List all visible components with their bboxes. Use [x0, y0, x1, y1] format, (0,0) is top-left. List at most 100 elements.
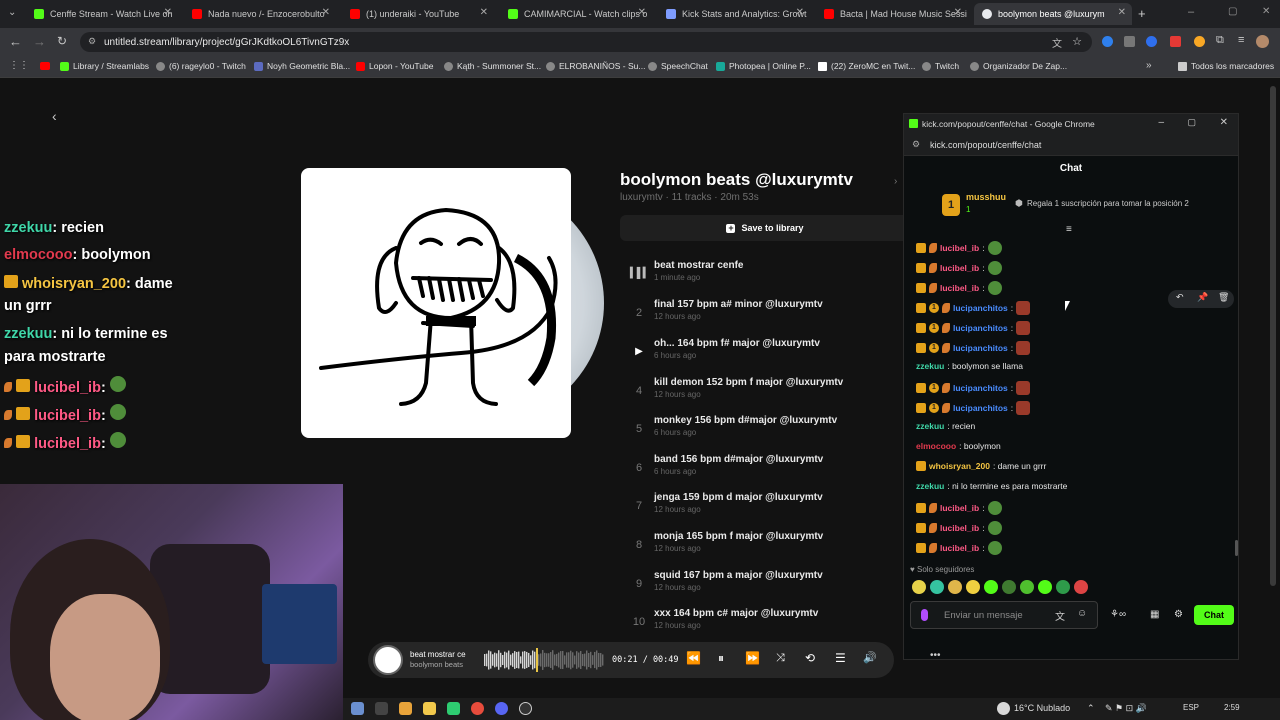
volume-icon[interactable]: 🔊	[863, 651, 877, 664]
channel-points-icon[interactable]: ⚘∞	[1110, 609, 1126, 620]
emoji-icon[interactable]: ☺	[1077, 608, 1087, 619]
close-window-icon[interactable]: ✕	[1262, 6, 1270, 17]
chat-username[interactable]: lucibel_ib	[940, 543, 979, 553]
taskbar-app-icon[interactable]	[375, 702, 388, 715]
more-options-icon[interactable]: •••	[930, 650, 941, 661]
track-row[interactable]: ▍▌▍ beat mostrar cenfe 1 minute ago	[630, 260, 910, 290]
discord-icon[interactable]	[495, 702, 508, 715]
more-bookmarks-icon[interactable]: »	[1146, 60, 1152, 71]
chat-username[interactable]: lucibel_ib	[940, 283, 979, 293]
close-tab-icon[interactable]: ✕	[164, 7, 172, 18]
emote-icon[interactable]	[966, 580, 980, 594]
maximize-window-icon[interactable]: ▢	[1187, 117, 1196, 128]
forward-arrow-icon[interactable]: →	[33, 34, 46, 49]
fast-forward-icon[interactable]: ⏩	[745, 651, 760, 665]
bookmark-1[interactable]: (6) rageylo0 - Twitch	[156, 61, 246, 71]
translate-icon[interactable]: 文	[1052, 35, 1062, 50]
chat-message[interactable]: lucibel_ib:	[916, 281, 1002, 295]
chat-username[interactable]: lucibel_ib	[940, 523, 979, 533]
chat-username[interactable]: whoisryan_200	[929, 461, 990, 471]
close-tab-icon[interactable]: ✕	[954, 7, 962, 18]
extension-icon[interactable]	[1124, 36, 1135, 47]
emote-icon[interactable]	[1002, 580, 1016, 594]
bookmark-3[interactable]: Lopon - YouTube	[356, 61, 433, 71]
close-window-icon[interactable]: ✕	[1220, 117, 1228, 128]
rewind-icon[interactable]: ⏪	[686, 651, 701, 665]
minimize-window-icon[interactable]: –	[1158, 117, 1164, 128]
settings-gear-icon[interactable]: ⚙	[1174, 609, 1183, 620]
apps-grid-icon[interactable]: ⋮⋮	[9, 60, 29, 71]
bookmark-2[interactable]: Noyh Geometric Bla...	[254, 61, 350, 71]
all-bookmarks[interactable]: Todos los marcadores	[1178, 61, 1274, 71]
weather-text[interactable]: 16°C Nublado	[1014, 703, 1070, 713]
new-tab-icon[interactable]: +	[1138, 6, 1146, 21]
emote-icon[interactable]	[1020, 580, 1034, 594]
bookmark-6[interactable]: SpeechChat	[648, 61, 708, 71]
chat-scrollbar[interactable]	[1235, 540, 1238, 556]
chat-username[interactable]: lucipanchitos	[953, 303, 1008, 313]
bookmark-5[interactable]: ELROBANIÑOS - Su...	[546, 61, 645, 71]
chat-username[interactable]: lucipanchitos	[953, 343, 1008, 353]
page-scrollbar[interactable]	[1270, 86, 1276, 586]
obs-icon[interactable]	[519, 702, 532, 715]
chat-message[interactable]: zzekuu: recien	[916, 421, 975, 431]
chat-message[interactable]: 1 lucipanchitos:	[916, 341, 1031, 355]
bookmark-4[interactable]: Kąth - Summoner St...	[444, 61, 541, 71]
track-row[interactable]: 9 squid 167 bpm a major @luxurymtv 12 ho…	[630, 570, 910, 600]
tab-3[interactable]: CAMIMARCIAL - Watch clips o ✕	[500, 3, 652, 25]
chat-message[interactable]: 1 lucipanchitos:	[916, 321, 1031, 335]
track-row[interactable]: 7 jenga 159 bpm d major @luxurymtv 12 ho…	[630, 492, 910, 522]
chat-message[interactable]: 1 lucipanchitos:	[916, 401, 1031, 415]
bookmark-10[interactable]: Organizador De Zap...	[970, 61, 1067, 71]
close-tab-icon[interactable]: ✕	[322, 7, 330, 18]
chat-message[interactable]: 1 lucipanchitos:	[916, 381, 1031, 395]
bookmark-7[interactable]: Photopea | Online P...	[716, 61, 811, 71]
reload-icon[interactable]: ↻	[57, 34, 67, 48]
chat-username[interactable]: lucibel_ib	[940, 503, 979, 513]
send-chat-button[interactable]: Chat	[1194, 605, 1234, 625]
close-tab-icon[interactable]: ✕	[1118, 7, 1126, 18]
emote-icon[interactable]	[1038, 580, 1052, 594]
chat-message[interactable]: lucibel_ib:	[916, 501, 1002, 515]
queue-icon[interactable]: ☰	[835, 651, 846, 665]
chat-username[interactable]: zzekuu	[916, 421, 944, 431]
microphone-icon[interactable]	[921, 609, 928, 621]
language-indicator[interactable]: ESP	[1183, 703, 1199, 712]
play-icon[interactable]: ▶	[630, 346, 648, 357]
emote-icon[interactable]	[948, 580, 962, 594]
delete-icon[interactable]: 🗑	[1218, 292, 1229, 303]
store-icon[interactable]: ▦	[1150, 609, 1159, 620]
chat-message[interactable]: lucibel_ib:	[916, 541, 1002, 555]
bookmark-star-icon[interactable]: ☆	[1072, 35, 1082, 48]
gift-sub-text[interactable]: Regala 1 suscripción para tomar la posic…	[1027, 199, 1189, 208]
save-to-library-button[interactable]: + Save to library	[620, 215, 910, 241]
waveform-scrubber[interactable]	[484, 648, 604, 672]
bookmark-9[interactable]: Twitch	[922, 61, 959, 71]
chat-username[interactable]: zzekuu	[916, 361, 944, 371]
emote-icon[interactable]	[912, 580, 926, 594]
close-tab-icon[interactable]: ✕	[480, 7, 488, 18]
chat-username[interactable]: lucipanchitos	[953, 403, 1008, 413]
site-info-icon[interactable]: ⚙	[88, 36, 96, 47]
repeat-icon[interactable]: ⟲	[805, 651, 815, 665]
minimize-window-icon[interactable]: –	[1188, 6, 1194, 18]
tab-5[interactable]: Bacta | Mad House Music Sessi ✕	[816, 3, 968, 25]
taskbar-app-icon[interactable]	[351, 702, 364, 715]
track-row[interactable]: 2 final 157 bpm a# minor @luxurymtv 12 h…	[630, 299, 910, 329]
extension-icon[interactable]	[1102, 36, 1113, 47]
address-bar[interactable]: ⚙ untitled.stream/library/project/gGrJKd…	[80, 32, 1092, 52]
track-row[interactable]: 6 band 156 bpm d#major @luxurymtv 6 hour…	[630, 454, 910, 484]
chat-message[interactable]: zzekuu: ni lo termine es para mostrarte	[916, 481, 1067, 491]
back-arrow-icon[interactable]: ←	[9, 34, 22, 49]
page-back-chevron-icon[interactable]: ‹	[52, 108, 57, 124]
clock-time[interactable]: 2:59	[1224, 703, 1240, 712]
emote-icon[interactable]	[1074, 580, 1088, 594]
taskbar-app-icon[interactable]	[447, 702, 460, 715]
chat-username[interactable]: lucibel_ib	[940, 243, 979, 253]
chat-input-box[interactable]: Enviar un mensaje 文 ☺	[910, 601, 1098, 629]
taskbar-app-icon[interactable]	[399, 702, 412, 715]
emote-icon[interactable]	[1056, 580, 1070, 594]
chat-username[interactable]: zzekuu	[916, 481, 944, 491]
track-row[interactable]: 8 monja 165 bpm f major @luxurymtv 12 ho…	[630, 531, 910, 561]
tab-2[interactable]: (1) underaiki - YouTube ✕	[342, 3, 494, 25]
